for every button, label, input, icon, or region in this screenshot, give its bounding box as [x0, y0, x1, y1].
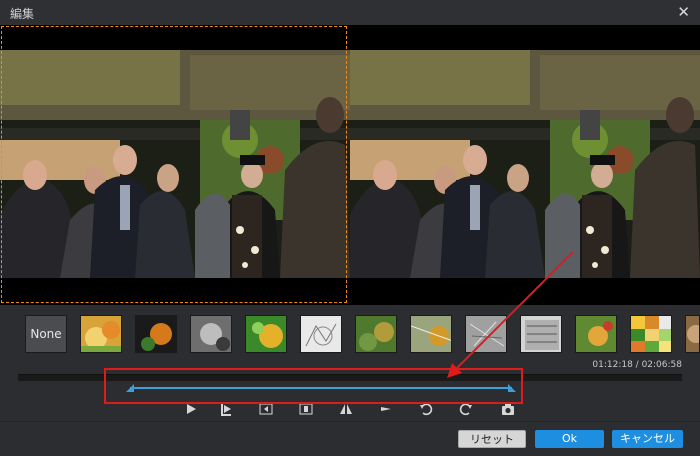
ok-button[interactable]: Ok — [535, 430, 604, 448]
rotate-left-icon[interactable] — [418, 401, 434, 417]
edit-dialog: 編集 ✕ None 01:12:18 / 02:06:58 リセット Ok キャ… — [0, 0, 700, 456]
blur-flower-thumb[interactable] — [355, 315, 397, 353]
dialog-footer: リセット Ok キャンセル — [0, 421, 700, 456]
filtered-preview — [350, 25, 700, 305]
title-bar: 編集 ✕ — [0, 0, 700, 26]
preview-area — [0, 25, 700, 305]
playback-controls — [0, 399, 700, 421]
filter-none-label: None — [30, 327, 62, 341]
close-icon[interactable]: ✕ — [677, 3, 690, 21]
time-readout: 01:12:18 / 02:06:58 — [592, 360, 682, 370]
reset-button[interactable]: リセット — [458, 430, 526, 448]
noise-thumb[interactable] — [520, 315, 562, 353]
sketch-flower-thumb[interactable] — [300, 315, 342, 353]
dark-flower-thumb[interactable] — [135, 315, 177, 353]
green-flower-thumb[interactable] — [245, 315, 287, 353]
pencil-color-thumb[interactable] — [575, 315, 617, 353]
trim-end-handle[interactable] — [508, 384, 516, 392]
filter-strip: None — [0, 306, 700, 360]
dialog-title: 編集 — [10, 7, 35, 21]
emboss-color-thumb[interactable] — [410, 315, 452, 353]
emboss-gray-thumb[interactable] — [465, 315, 507, 353]
progress-track[interactable] — [18, 374, 682, 381]
mosaic-thumb[interactable] — [630, 315, 672, 353]
play-icon[interactable] — [183, 401, 199, 417]
snapshot-icon[interactable] — [500, 401, 516, 417]
filter-none[interactable]: None — [25, 315, 67, 353]
sepia-thumb[interactable] — [685, 315, 700, 353]
original-preview[interactable] — [0, 25, 350, 305]
trim-start-handle[interactable] — [126, 384, 134, 392]
timeline: 01:12:18 / 02:06:58 — [0, 360, 700, 400]
next-frame-icon[interactable] — [298, 401, 314, 417]
video-frame-right — [350, 50, 700, 278]
flip-horizontal-icon[interactable] — [338, 401, 354, 417]
gray-flower-thumb[interactable] — [190, 315, 232, 353]
selection-border — [1, 26, 347, 303]
warm-flower-thumb[interactable] — [80, 315, 122, 353]
flip-vertical-icon[interactable] — [378, 401, 394, 417]
prev-frame-icon[interactable] — [258, 401, 274, 417]
rotate-right-icon[interactable] — [458, 401, 474, 417]
trim-range — [130, 387, 512, 389]
set-start-icon[interactable] — [218, 401, 234, 417]
cancel-button[interactable]: キャンセル — [612, 430, 683, 448]
